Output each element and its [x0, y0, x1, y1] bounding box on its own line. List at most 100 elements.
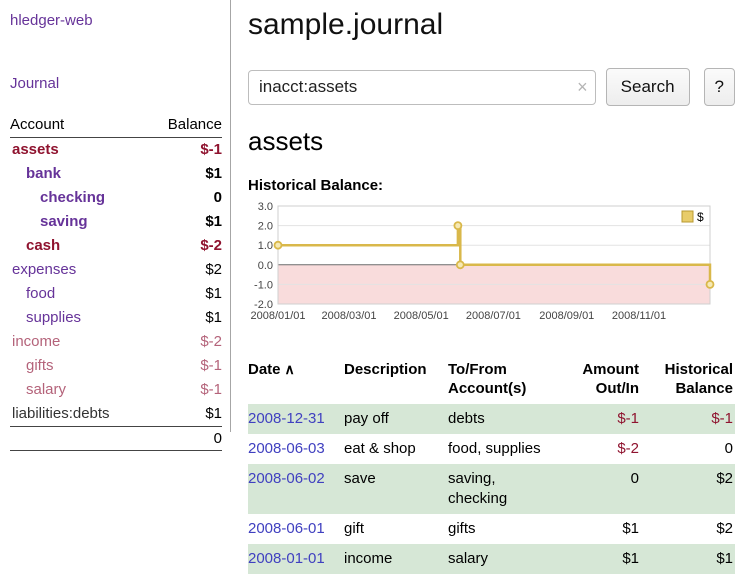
svg-text:2.0: 2.0 — [258, 221, 273, 233]
account-balance: $1 — [205, 162, 222, 186]
transaction-balance: $-1 — [641, 404, 735, 434]
account-balance: $-1 — [200, 354, 222, 378]
transaction-amount: 0 — [562, 464, 641, 514]
account-balance: $1 — [205, 402, 222, 426]
account-balance: $-1 — [200, 138, 222, 162]
account-balance: $1 — [205, 210, 222, 234]
account-row: assets $-1 — [10, 138, 222, 162]
accounts-tree: Account Balance assets $-1 bank $1 check… — [10, 114, 222, 451]
transaction-date-link[interactable]: 2008-12-31 — [248, 410, 325, 427]
account-row: supplies $1 — [10, 306, 222, 330]
account-heading: assets — [248, 126, 735, 157]
svg-text:0.0: 0.0 — [258, 260, 273, 272]
register-row: 2008-06-02 save saving, checking 0 $2 — [248, 464, 735, 514]
register-row: 2008-12-31 pay off debts $-1 $-1 — [248, 404, 735, 434]
account-row: food $1 — [10, 282, 222, 306]
account-row: income $-2 — [10, 330, 222, 354]
transaction-date-link[interactable]: 2008-06-03 — [248, 440, 325, 457]
account-link-supplies[interactable]: supplies — [10, 306, 81, 330]
account-balance: $-2 — [200, 330, 222, 354]
transaction-description: gift — [344, 514, 448, 544]
transaction-date-link[interactable]: 2008-06-01 — [248, 520, 325, 537]
chart-svg: 3.02.01.00.0-1.0-2.02008/01/012008/03/01… — [248, 200, 726, 336]
account-row: bank $1 — [10, 162, 222, 186]
accounts-header: Account Balance — [10, 114, 222, 138]
svg-text:-1.0: -1.0 — [254, 279, 273, 291]
transaction-amount: $1 — [562, 514, 641, 544]
search-button[interactable]: Search — [606, 68, 690, 106]
search-clear-icon[interactable]: × — [577, 76, 588, 98]
register-table: Date∧ Description To/From Account(s) Amo… — [248, 356, 735, 574]
account-link-bank[interactable]: bank — [10, 162, 61, 186]
account-link-checking[interactable]: checking — [10, 186, 105, 210]
account-balance: $1 — [205, 282, 222, 306]
transaction-description: save — [344, 464, 448, 514]
transaction-description: eat & shop — [344, 434, 448, 464]
historical-balance-chart: 3.02.01.00.0-1.0-2.02008/01/012008/03/01… — [248, 200, 735, 340]
account-link-saving[interactable]: saving — [10, 210, 88, 234]
transaction-accounts: saving, checking — [448, 464, 562, 514]
account-link-assets[interactable]: assets — [10, 138, 59, 162]
svg-text:3.0: 3.0 — [258, 201, 273, 213]
account-row: expenses $2 — [10, 258, 222, 282]
register-header-date-label: Date — [248, 361, 281, 378]
svg-text:2008/01/01: 2008/01/01 — [250, 310, 305, 322]
page-title: sample.journal — [248, 8, 735, 42]
transaction-description: income — [344, 544, 448, 574]
account-link-income[interactable]: income — [10, 330, 60, 354]
register-row: 2008-01-01 income salary $1 $1 — [248, 544, 735, 574]
accounts-total-row: 0 — [10, 426, 222, 451]
account-row: salary $-1 — [10, 378, 222, 402]
svg-text:2008/07/01: 2008/07/01 — [466, 310, 521, 322]
app-brand-link[interactable]: hledger-web — [10, 12, 222, 29]
svg-text:$: $ — [697, 210, 704, 224]
sort-ascending-icon: ∧ — [285, 361, 295, 377]
register-row: 2008-06-01 gift gifts $1 $2 — [248, 514, 735, 544]
svg-text:2008/11/01: 2008/11/01 — [612, 310, 666, 322]
transaction-date-link[interactable]: 2008-01-01 — [248, 550, 325, 567]
account-link-expenses[interactable]: expenses — [10, 258, 76, 282]
register-header-amount: Amount Out/In — [562, 356, 641, 404]
account-link-cash[interactable]: cash — [10, 234, 60, 258]
main-content: sample.journal × Search ? assets Histori… — [248, 0, 735, 574]
chart-label: Historical Balance: — [248, 177, 735, 194]
account-balance: $-1 — [200, 378, 222, 402]
account-link-gifts[interactable]: gifts — [10, 354, 54, 378]
accounts-header-account: Account — [10, 116, 64, 133]
help-button[interactable]: ? — [704, 68, 735, 106]
account-balance: 0 — [214, 186, 222, 210]
transaction-date-link[interactable]: 2008-06-02 — [248, 470, 325, 487]
nav-journal-link[interactable]: Journal — [10, 75, 222, 92]
account-balance: $1 — [205, 306, 222, 330]
transaction-balance: $1 — [641, 544, 735, 574]
account-balance: $-2 — [200, 234, 222, 258]
register-row: 2008-06-03 eat & shop food, supplies $-2… — [248, 434, 735, 464]
account-link-food[interactable]: food — [10, 282, 55, 306]
account-row: checking 0 — [10, 186, 222, 210]
accounts-total: 0 — [214, 430, 222, 447]
transaction-accounts: debts — [448, 404, 562, 434]
transaction-amount: $-1 — [562, 404, 641, 434]
svg-text:2008/09/01: 2008/09/01 — [539, 310, 594, 322]
register-header-row: Date∧ Description To/From Account(s) Amo… — [248, 356, 735, 404]
accounts-header-balance: Balance — [168, 116, 222, 133]
search-input[interactable] — [248, 70, 596, 105]
search-form: × Search ? — [248, 68, 735, 106]
transaction-balance: 0 — [641, 434, 735, 464]
transaction-balance: $2 — [641, 464, 735, 514]
account-row: liabilities:debts $1 — [10, 402, 222, 426]
transaction-balance: $2 — [641, 514, 735, 544]
transaction-amount: $1 — [562, 544, 641, 574]
account-link-salary[interactable]: salary — [10, 378, 66, 402]
transaction-accounts: food, supplies — [448, 434, 562, 464]
sidebar: hledger-web Journal Account Balance asse… — [0, 0, 231, 432]
account-balance: $2 — [205, 258, 222, 282]
svg-text:1.0: 1.0 — [258, 240, 273, 252]
register-header-description: Description — [344, 356, 448, 404]
transaction-accounts: salary — [448, 544, 562, 574]
account-link-liabilities-debts[interactable]: liabilities:debts — [10, 402, 110, 426]
register-header-date[interactable]: Date∧ — [248, 356, 344, 404]
account-row: cash $-2 — [10, 234, 222, 258]
transaction-accounts: gifts — [448, 514, 562, 544]
account-row: gifts $-1 — [10, 354, 222, 378]
